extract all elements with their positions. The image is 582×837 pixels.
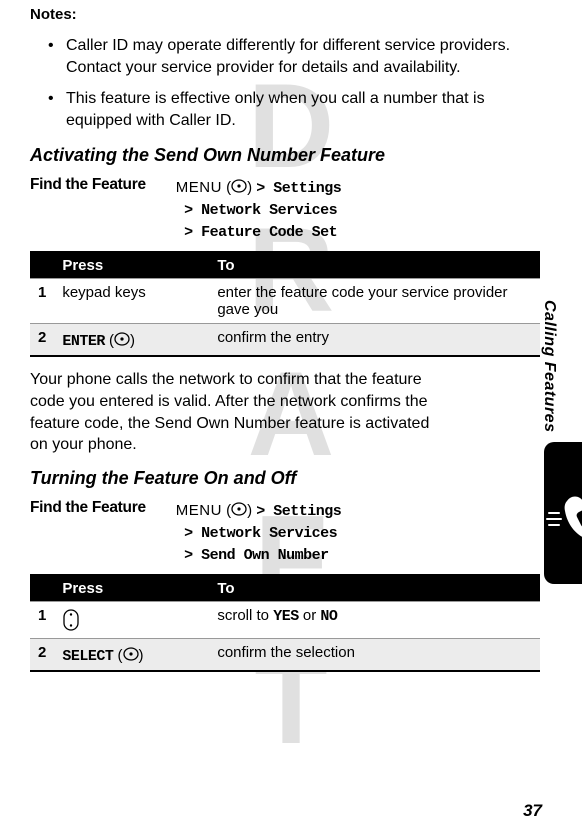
step-number: 1 xyxy=(30,279,54,324)
menu-key-icon xyxy=(231,178,247,194)
select-key-label: SELECT xyxy=(62,648,113,665)
to-text: or xyxy=(299,607,321,624)
option-no: NO xyxy=(320,608,337,625)
to-cell: confirm the selection xyxy=(209,638,540,671)
path-segment: > Network Services xyxy=(184,525,337,542)
page-number: 37 xyxy=(523,801,542,821)
press-cell: SELECT () xyxy=(54,638,209,671)
menu-path: MENU () > Settings > Network Services > … xyxy=(176,176,342,243)
table-header-row: Press To xyxy=(30,575,540,602)
press-cell: ENTER () xyxy=(54,324,209,357)
to-cell: enter the feature code your service prov… xyxy=(209,279,540,324)
side-phone-icon xyxy=(544,442,582,584)
find-the-feature-row: Find the Feature MENU () > Settings > Ne… xyxy=(30,176,540,243)
nav-key-icon xyxy=(62,609,80,631)
side-tab: Calling Features xyxy=(540,300,574,584)
path-segment: > Network Services xyxy=(184,202,337,219)
list-item: This feature is effective only when you … xyxy=(48,88,540,131)
table-row: 2 ENTER () confirm the entry xyxy=(30,324,540,357)
step-number: 1 xyxy=(30,601,54,638)
press-cell xyxy=(54,601,209,638)
menu-key-icon xyxy=(231,501,247,517)
menu-key-icon xyxy=(123,646,139,662)
menu-key-icon xyxy=(114,331,130,347)
list-item: Caller ID may operate differently for di… xyxy=(48,35,540,78)
close-paren: ) xyxy=(247,179,256,196)
side-section-label: Calling Features xyxy=(540,300,558,432)
close-paren: ) xyxy=(139,647,144,664)
enter-key-label: ENTER xyxy=(62,333,105,350)
header-blank xyxy=(30,575,54,602)
option-yes: YES xyxy=(273,608,299,625)
step-number: 2 xyxy=(30,638,54,671)
press-cell: keypad keys xyxy=(54,279,209,324)
header-to: To xyxy=(209,252,540,279)
header-to: To xyxy=(209,575,540,602)
find-label: Find the Feature xyxy=(30,176,146,243)
menu-key: MENU xyxy=(176,502,222,519)
notes-list: Caller ID may operate differently for di… xyxy=(48,35,540,131)
path-segment: > Send Own Number xyxy=(184,547,329,564)
body-paragraph: Your phone calls the network to confirm … xyxy=(30,369,450,455)
find-the-feature-row: Find the Feature MENU () > Settings > Ne… xyxy=(30,499,540,566)
close-paren: ) xyxy=(130,332,135,349)
table-row: 1 keypad keys enter the feature code you… xyxy=(30,279,540,324)
path-segment: > Settings xyxy=(256,180,341,197)
header-press: Press xyxy=(54,575,209,602)
header-blank xyxy=(30,252,54,279)
table-row: 2 SELECT () confirm the selection xyxy=(30,638,540,671)
find-label: Find the Feature xyxy=(30,499,146,566)
notes-heading: Notes: xyxy=(30,6,540,23)
menu-path: MENU () > Settings > Network Services > … xyxy=(176,499,342,566)
action-table: Press To 1 keypad keys enter the feature… xyxy=(30,251,540,357)
section-heading: Turning the Feature On and Off xyxy=(30,468,540,489)
path-segment: > Feature Code Set xyxy=(184,224,337,241)
close-paren: ) xyxy=(247,502,256,519)
header-press: Press xyxy=(54,252,209,279)
path-segment: > Settings xyxy=(256,503,341,520)
section-heading: Activating the Send Own Number Feature xyxy=(30,145,540,166)
table-header-row: Press To xyxy=(30,252,540,279)
menu-key: MENU xyxy=(176,179,222,196)
action-table: Press To 1 scroll to YES or NO 2 xyxy=(30,574,540,672)
to-cell: scroll to YES or NO xyxy=(209,601,540,638)
to-text: scroll to xyxy=(217,607,273,624)
to-cell: confirm the entry xyxy=(209,324,540,357)
step-number: 2 xyxy=(30,324,54,357)
table-row: 1 scroll to YES or NO xyxy=(30,601,540,638)
